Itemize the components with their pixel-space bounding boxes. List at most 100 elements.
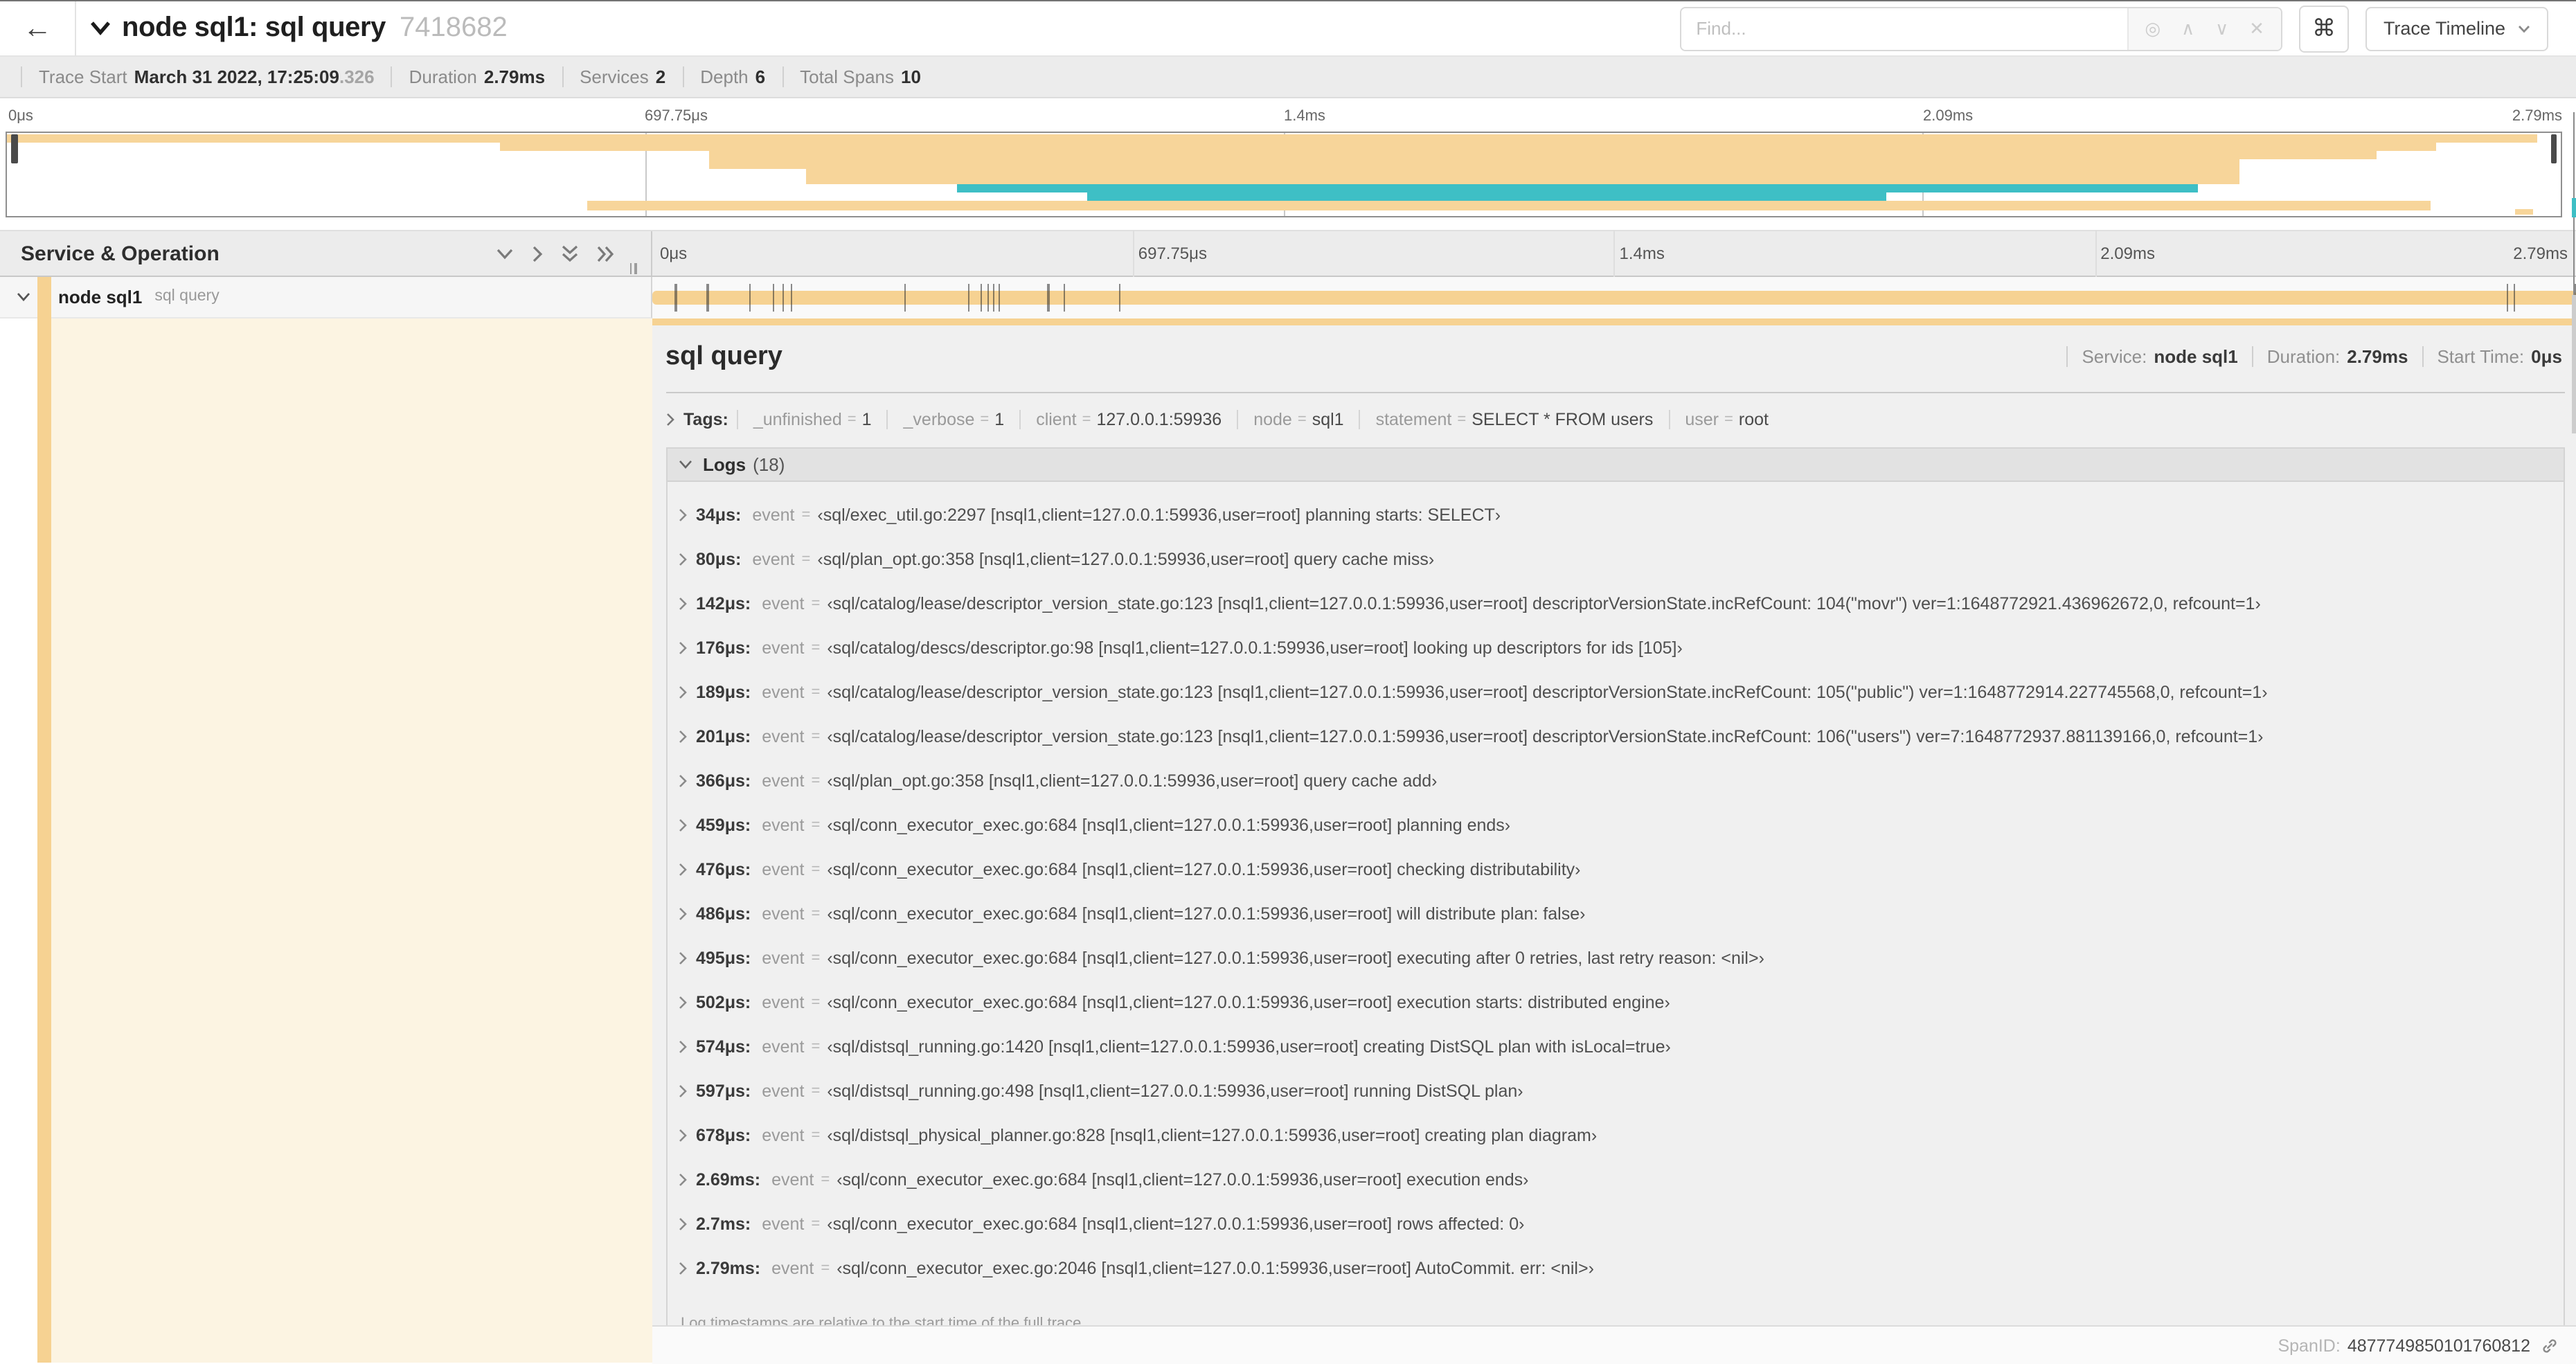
chevron-right-icon <box>678 596 686 610</box>
overview-stat: Start Time: 0μs <box>2422 346 2565 366</box>
minimap-span-bar <box>587 200 2431 210</box>
log-field-value: ‹sql/conn_executor_exec.go:684 [nsql1,cl… <box>837 1169 1529 1189</box>
chevron-right-icon <box>665 412 674 426</box>
log-timestamp: 176μs: <box>696 638 751 657</box>
chevron-right-icon <box>678 906 686 920</box>
chevron-right-icon <box>678 508 686 521</box>
clear-search-icon[interactable]: ✕ <box>2249 19 2264 37</box>
log-field-value: ‹sql/conn_executor_exec.go:684 [nsql1,cl… <box>827 992 1670 1012</box>
timeline-axis: 0μs 697.75μs 1.4ms 2.09ms 2.79ms <box>652 231 2576 276</box>
detail-left-column <box>51 318 652 1363</box>
log-row[interactable]: 597μs: event = ‹sql/distsql_running.go:4… <box>678 1077 2555 1104</box>
log-tick <box>904 283 906 311</box>
range-scrubber-right[interactable] <box>2550 134 2557 163</box>
axis-tick: 1.4ms <box>1619 244 1665 263</box>
prev-match-icon[interactable]: ∧ <box>2181 19 2194 37</box>
axis-tick: 0μs <box>660 244 688 263</box>
arrow-left-icon: ← <box>23 12 52 44</box>
locate-icon[interactable]: ◎ <box>2145 19 2161 37</box>
minimap-tick: 1.4ms <box>1284 108 1325 125</box>
scrollbar-thumb[interactable] <box>2571 295 2576 433</box>
log-row[interactable]: 80μs: event = ‹sql/plan_opt.go:358 [nsql… <box>678 545 2555 573</box>
chevron-down-icon <box>678 459 692 469</box>
tag-item: node = sql1 <box>1237 409 1359 429</box>
logs-footnote: Log timestamps are relative to the start… <box>681 1315 1086 1325</box>
log-tick <box>1063 283 1066 311</box>
chevron-right-icon <box>678 1084 686 1097</box>
view-type-dropdown[interactable]: Trace Timeline <box>2365 6 2548 51</box>
span-name-cell[interactable]: node sql1 sql query <box>0 277 652 318</box>
axis-tick: 2.09ms <box>2100 244 2155 263</box>
overview-stat: Duration: 2.79ms <box>2251 346 2422 366</box>
collapse-all-icon[interactable] <box>560 244 578 262</box>
chevron-right-icon <box>678 1217 686 1230</box>
log-timestamp: 476μs: <box>696 859 751 879</box>
find-input[interactable] <box>1681 8 2127 49</box>
log-tick <box>706 283 709 311</box>
log-field-value: ‹sql/catalog/lease/descriptor_version_st… <box>827 682 2268 701</box>
log-row[interactable]: 366μs: event = ‹sql/plan_opt.go:358 [nsq… <box>678 766 2555 794</box>
command-icon: ⌘ <box>2311 15 2336 41</box>
span-overview-stats: Service: node sql1 Duration: 2.79ms Start … <box>2066 346 2565 366</box>
log-field-value: ‹sql/plan_opt.go:358 [nsql1,client=127.0… <box>817 549 1435 568</box>
log-field-value: ‹sql/conn_executor_exec.go:684 [nsql1,cl… <box>827 948 1764 967</box>
next-match-icon[interactable]: ∨ <box>2215 19 2228 37</box>
log-row[interactable]: 678μs: event = ‹sql/distsql_physical_pla… <box>678 1121 2555 1149</box>
tags-accordion[interactable]: Tags: _unfinished = 1 _verbose = 1 client = 12… <box>665 405 2565 433</box>
trace-minimap[interactable] <box>6 132 2562 217</box>
log-row[interactable]: 176μs: event = ‹sql/catalog/descs/descri… <box>678 634 2555 661</box>
top-bar: ← node sql1: sql query 7418682 ◎ ∧ ∨ ✕ ⌘ <box>0 1 2576 57</box>
log-tick <box>1119 283 1121 311</box>
chevron-down-icon <box>90 21 111 36</box>
trace-title-group[interactable]: node sql1: sql query 7418682 <box>90 12 1679 44</box>
keyboard-shortcuts-button[interactable]: ⌘ <box>2298 5 2349 52</box>
overview-stat: Service: node sql1 <box>2066 346 2251 366</box>
log-row[interactable]: 142μs: event = ‹sql/catalog/lease/descri… <box>678 589 2555 617</box>
span-log-ticks <box>652 277 2576 318</box>
expand-all-icon[interactable] <box>596 244 614 262</box>
log-row[interactable]: 34μs: event = ‹sql/exec_util.go:2297 [ns… <box>678 501 2555 528</box>
find-controls: ◎ ∧ ∨ ✕ <box>2127 8 2281 49</box>
log-row[interactable]: 189μs: event = ‹sql/catalog/lease/descri… <box>678 678 2555 706</box>
log-tick <box>749 283 751 311</box>
detail-divider <box>665 391 2565 393</box>
log-row[interactable]: 2.7ms: event = ‹sql/conn_executor_exec.g… <box>678 1210 2555 1237</box>
log-row[interactable]: 2.69ms: event = ‹sql/conn_executor_exec.… <box>678 1165 2555 1193</box>
chevron-right-icon <box>678 951 686 964</box>
span-detail-title: sql query <box>665 341 782 370</box>
spanid-row: SpanID: 4877749850101760812 <box>652 1325 2576 1364</box>
log-field-value: ‹sql/distsql_physical_planner.go:828 [ns… <box>827 1125 1598 1145</box>
summary-item: Trace Start March 31 2022, 17:25:09.326 <box>21 66 391 87</box>
back-button[interactable]: ← <box>0 1 76 55</box>
chevron-right-icon <box>678 818 686 832</box>
service-operation-label: Service & Operation <box>21 242 220 265</box>
column-resizer-grip[interactable] <box>629 263 636 274</box>
log-row[interactable]: 2.79ms: event = ‹sql/conn_executor_exec.… <box>678 1254 2555 1282</box>
logs-header[interactable]: Logs (18) <box>667 448 2564 481</box>
trace-id: 7418682 <box>399 12 508 43</box>
chevron-down-icon[interactable] <box>17 292 30 302</box>
logs-list: 34μs: event = ‹sql/exec_util.go:2297 [ns… <box>667 481 2564 1309</box>
log-row[interactable]: 486μs: event = ‹sql/conn_executor_exec.g… <box>678 899 2555 927</box>
log-row[interactable]: 502μs: event = ‹sql/conn_executor_exec.g… <box>678 988 2555 1016</box>
range-scrubber-left[interactable] <box>11 134 17 163</box>
find-box: ◎ ∧ ∨ ✕ <box>1679 6 2282 51</box>
log-field-key: event <box>762 726 805 746</box>
log-row[interactable]: 459μs: event = ‹sql/conn_executor_exec.g… <box>678 811 2555 838</box>
span-bar-cell[interactable] <box>652 277 2576 318</box>
expand-one-icon[interactable] <box>531 244 542 262</box>
log-row[interactable]: 201μs: event = ‹sql/catalog/lease/descri… <box>678 722 2555 750</box>
log-row[interactable]: 476μs: event = ‹sql/conn_executor_exec.g… <box>678 855 2555 883</box>
minimap-span-bar <box>2514 208 2533 215</box>
tag-item: _unfinished = 1 <box>736 409 887 429</box>
collapse-one-icon[interactable] <box>495 247 513 260</box>
log-field-value: ‹sql/catalog/descs/descriptor.go:98 [nsq… <box>827 638 1683 657</box>
log-row[interactable]: 574μs: event = ‹sql/distsql_running.go:1… <box>678 1032 2555 1060</box>
log-row[interactable]: 495μs: event = ‹sql/conn_executor_exec.g… <box>678 944 2555 971</box>
link-icon[interactable] <box>2540 1336 2559 1355</box>
log-field-value: ‹sql/conn_executor_exec.go:684 [nsql1,cl… <box>827 1214 1525 1233</box>
timeline-header-row: Service & Operation 0μs 697.75μs 1.4ms 2… <box>0 230 2576 277</box>
log-timestamp: 142μs: <box>696 593 751 613</box>
collapse-controls <box>495 244 614 262</box>
log-field-value: ‹sql/conn_executor_exec.go:684 [nsql1,cl… <box>827 859 1581 879</box>
